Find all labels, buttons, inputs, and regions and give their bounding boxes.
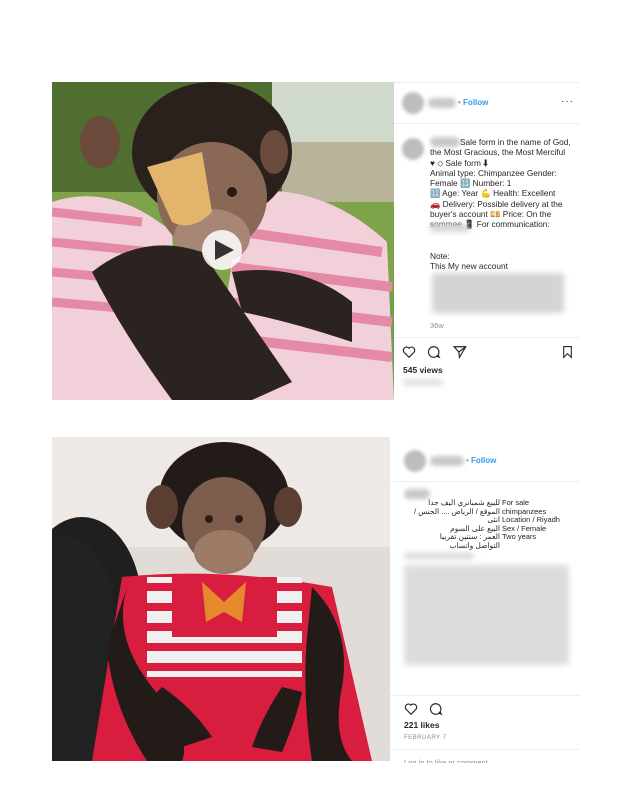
blurred-date xyxy=(403,380,443,385)
note-text: This My new account xyxy=(430,261,508,271)
login-prompt[interactable]: Log in to like or comment. xyxy=(404,757,490,763)
post-caption: Sale form in the name of God, the Most G… xyxy=(430,137,571,230)
like-count: 221 likes xyxy=(404,720,440,730)
note-label: Note: xyxy=(430,251,450,261)
separator: • xyxy=(458,98,461,107)
bookmark-icon[interactable] xyxy=(561,345,574,359)
comment-icon[interactable] xyxy=(427,345,442,359)
blurred-comments xyxy=(404,565,569,665)
avatar[interactable] xyxy=(402,92,424,114)
chimpanzee-photo xyxy=(52,437,390,761)
avatar[interactable] xyxy=(404,450,426,472)
blurred-text xyxy=(432,273,564,313)
post-1-video[interactable] xyxy=(52,82,394,400)
blurred-username[interactable] xyxy=(404,489,430,499)
post-1-sidebar: • Follow ··· Sale form in the name of Go… xyxy=(394,82,580,401)
comment-icon[interactable] xyxy=(429,702,444,716)
post-2-sidebar: • Follow للبيع شمبانزي اليف جدا الموقع /… xyxy=(390,437,580,767)
caption-line: الموقع / الرياض .... الجنس / انثى xyxy=(413,506,500,524)
post-date: FEBRUARY 7 xyxy=(404,735,447,741)
follow-label: Follow xyxy=(471,456,497,465)
blurred-text xyxy=(404,553,474,559)
action-bar xyxy=(402,345,474,361)
caption-english: For sale chimpanzees Location / Riyadh S… xyxy=(502,498,578,542)
commenter-avatar[interactable] xyxy=(402,138,424,160)
follow-button[interactable]: • Follow xyxy=(466,456,496,465)
view-count: 545 views xyxy=(403,365,443,375)
blurred-username[interactable] xyxy=(428,98,456,108)
more-options-icon[interactable]: ··· xyxy=(561,96,574,107)
blurred-contact xyxy=(430,224,470,232)
heart-icon[interactable] xyxy=(402,345,416,359)
blurred-username[interactable] xyxy=(430,456,464,466)
caption-line: Two years xyxy=(502,532,537,541)
post-timestamp: 36w xyxy=(430,321,444,330)
chimpanzee-video-image xyxy=(52,82,394,400)
post-1-header: • Follow ··· xyxy=(394,83,580,124)
caption-line: التواصل واتساب xyxy=(449,540,500,550)
divider xyxy=(394,337,580,338)
post-2-header: • Follow xyxy=(390,441,580,482)
share-icon[interactable] xyxy=(452,345,467,360)
post-1: • Follow ··· Sale form in the name of Go… xyxy=(52,82,580,400)
post-2: • Follow للبيع شمبانزي اليف جدا الموقع /… xyxy=(52,437,580,767)
caption-arabic: للبيع شمبانزي اليف جدا الموقع / الرياض .… xyxy=(404,498,500,550)
divider xyxy=(390,695,580,696)
follow-label: Follow xyxy=(463,98,489,107)
separator: • xyxy=(466,456,469,465)
action-bar xyxy=(404,702,450,718)
post-2-image[interactable] xyxy=(52,437,390,761)
follow-button[interactable]: • Follow xyxy=(458,98,488,107)
divider xyxy=(390,749,580,750)
heart-icon[interactable] xyxy=(404,702,418,716)
